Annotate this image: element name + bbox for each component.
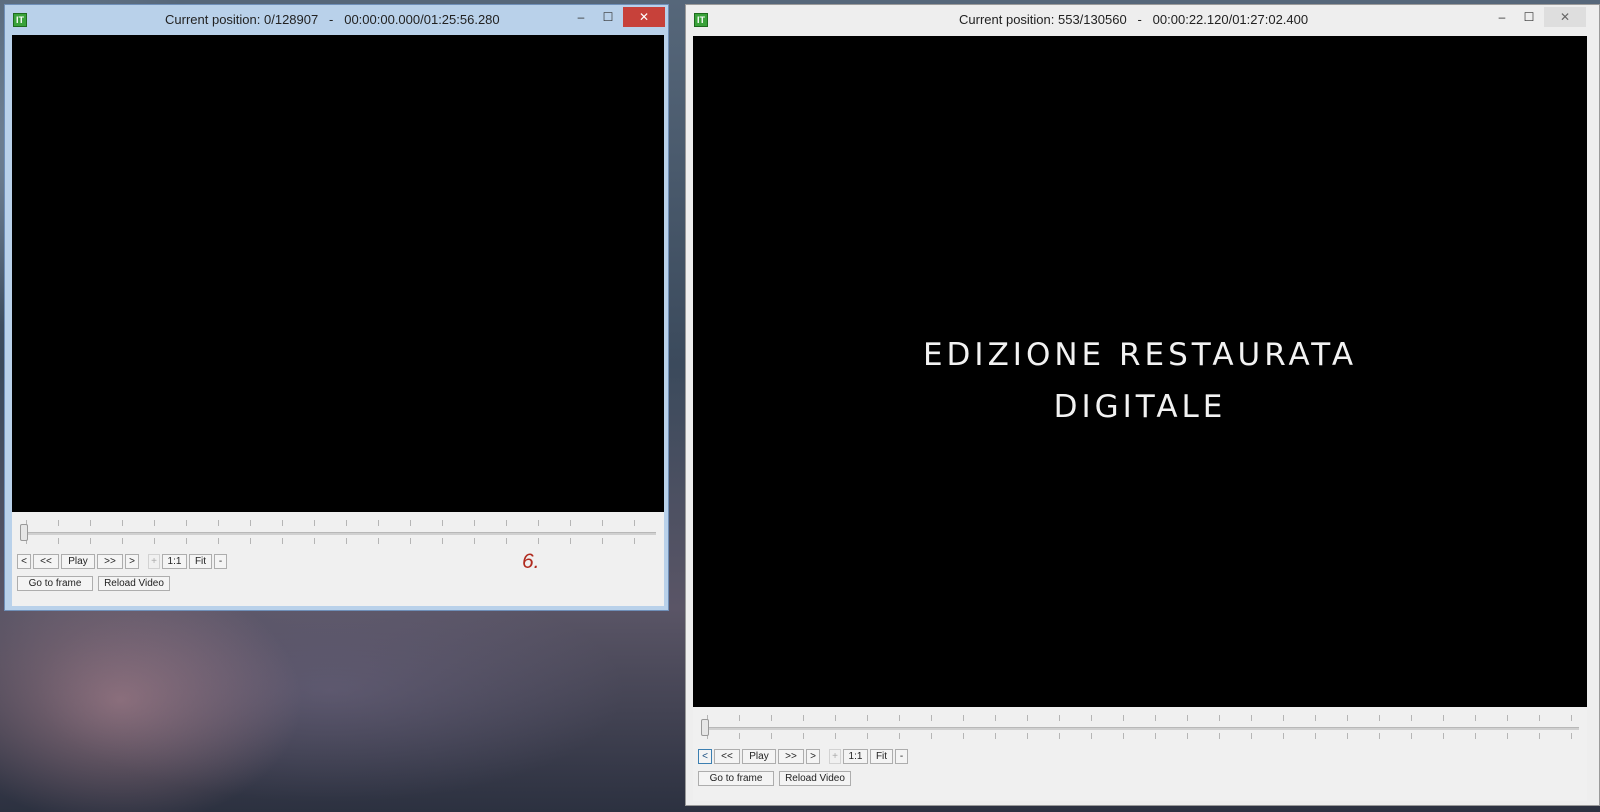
slider-ticks bbox=[707, 715, 1579, 721]
window-title: Current position: 553/130560 - 00:00:22.… bbox=[959, 12, 1309, 27]
minimize-button[interactable]: – bbox=[568, 7, 594, 27]
playback-panel: < << Play >> > + 1:1 Fit - Go to frame R… bbox=[693, 707, 1587, 801]
zoom-in-button[interactable]: + bbox=[148, 554, 160, 569]
app-icon[interactable]: IT bbox=[694, 13, 708, 27]
zoom-1to1-button[interactable]: 1:1 bbox=[843, 749, 868, 764]
prev-frame-button[interactable]: < bbox=[698, 749, 712, 764]
fit-button[interactable]: Fit bbox=[189, 554, 212, 569]
slider-ticks bbox=[26, 538, 656, 544]
prev-frame-button[interactable]: < bbox=[17, 554, 31, 569]
next-frame-button[interactable]: > bbox=[806, 749, 820, 764]
title-bar[interactable]: IT Current position: 553/130560 - 00:00:… bbox=[686, 5, 1599, 35]
go-to-frame-button[interactable]: Go to frame bbox=[17, 576, 93, 591]
maximize-button[interactable]: ☐ bbox=[1516, 7, 1542, 27]
annotation-label: 6. bbox=[522, 550, 540, 573]
app-icon[interactable]: IT bbox=[13, 13, 27, 27]
zoom-1to1-button[interactable]: 1:1 bbox=[162, 554, 187, 569]
video-window-right: IT Current position: 553/130560 - 00:00:… bbox=[685, 4, 1600, 806]
seek-slider-thumb[interactable] bbox=[701, 719, 709, 736]
video-caption-line-1: EDIZIONE RESTAURATA bbox=[922, 337, 1358, 373]
seek-slider[interactable] bbox=[705, 727, 1579, 730]
seek-slider[interactable] bbox=[24, 532, 656, 535]
title-bar[interactable]: IT Current position: 0/128907 - 00:00:00… bbox=[5, 5, 668, 35]
zoom-in-button[interactable]: + bbox=[829, 749, 841, 764]
forward-button[interactable]: >> bbox=[778, 749, 804, 764]
video-preview: EDIZIONE RESTAURATA DIGITALE bbox=[693, 36, 1587, 707]
go-to-frame-button[interactable]: Go to frame bbox=[698, 771, 774, 786]
window-title: Current position: 0/128907 - 00:00:00.00… bbox=[165, 12, 500, 27]
zoom-out-button[interactable]: - bbox=[895, 749, 908, 764]
next-frame-button[interactable]: > bbox=[125, 554, 139, 569]
rewind-button[interactable]: << bbox=[714, 749, 740, 764]
reload-video-button[interactable]: Reload Video bbox=[779, 771, 851, 786]
maximize-button[interactable]: ☐ bbox=[595, 7, 621, 27]
play-button[interactable]: Play bbox=[61, 554, 95, 569]
slider-ticks bbox=[26, 520, 656, 526]
video-window-left: IT Current position: 0/128907 - 00:00:00… bbox=[4, 4, 669, 611]
video-preview bbox=[12, 35, 664, 512]
close-button[interactable]: ✕ bbox=[1544, 7, 1586, 27]
rewind-button[interactable]: << bbox=[33, 554, 59, 569]
playback-panel: < << Play >> > + 1:1 Fit - 6. Go to fram… bbox=[12, 512, 664, 606]
minimize-button[interactable]: – bbox=[1489, 7, 1515, 27]
zoom-out-button[interactable]: - bbox=[214, 554, 227, 569]
close-button[interactable]: ✕ bbox=[623, 7, 665, 27]
reload-video-button[interactable]: Reload Video bbox=[98, 576, 170, 591]
seek-slider-thumb[interactable] bbox=[20, 524, 28, 541]
forward-button[interactable]: >> bbox=[97, 554, 123, 569]
slider-ticks bbox=[707, 733, 1579, 739]
play-button[interactable]: Play bbox=[742, 749, 776, 764]
fit-button[interactable]: Fit bbox=[870, 749, 893, 764]
video-caption-line-2: DIGITALE bbox=[1053, 389, 1227, 425]
